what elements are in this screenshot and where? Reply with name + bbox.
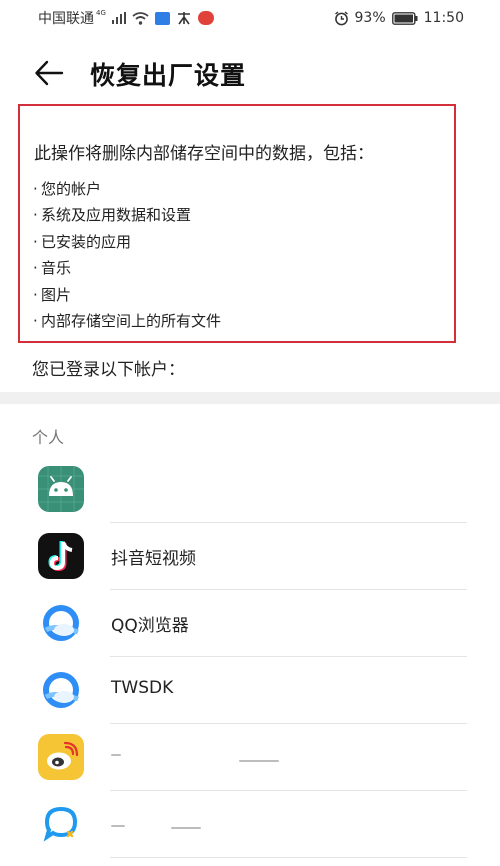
qq-browser-icon	[38, 600, 84, 646]
android-icon	[38, 466, 84, 512]
list-item-text: 内部存储空间上的所有文件	[41, 311, 222, 330]
account-item-twsdk[interactable]: TWSDK	[0, 657, 500, 724]
alarm-icon	[334, 10, 349, 26]
status-bar: 中国联通 4G 93% 11:50	[0, 0, 500, 36]
section-header-personal: 个人	[32, 428, 65, 447]
list-item: · 图片	[33, 285, 72, 304]
page-title: 恢复出厂设置	[90, 61, 247, 90]
status-right: 93% 11:50	[334, 10, 464, 26]
warning-intro: 此操作将删除内部储存空间中的数据，包括：	[34, 144, 374, 164]
account-item-android[interactable]	[0, 456, 500, 523]
redacted-account-label	[111, 750, 279, 766]
notification-app-icon	[154, 11, 170, 25]
battery-percent: 93%	[354, 10, 386, 26]
list-item-text: 音乐	[41, 259, 72, 278]
list-item: · 您的帐户	[33, 180, 102, 198]
signal-icon	[111, 12, 126, 24]
redacted-account-label	[111, 817, 271, 833]
account-label: QQ浏览器	[111, 616, 189, 636]
battery-icon	[391, 11, 418, 25]
accounts-label: 您已登录以下帐户：	[32, 360, 185, 380]
section-divider	[0, 392, 500, 404]
list-item: · 系统及应用数据和设置	[33, 206, 192, 225]
douyin-icon	[38, 533, 84, 579]
wipe-warning-box: 此操作将删除内部储存空间中的数据，包括： · 您的帐户 · 系统及应用数据和设置 ·…	[18, 104, 456, 343]
list-item-text: 您的帐户	[41, 180, 102, 198]
app-bar: 恢复出厂设置	[0, 44, 500, 102]
list-item-text: 系统及应用数据和设置	[41, 206, 192, 225]
clock: 11:50	[423, 10, 464, 26]
account-label: TWSDK	[111, 678, 174, 698]
account-item-chat[interactable]	[0, 791, 500, 858]
list-item-text: 图片	[41, 285, 72, 304]
twsdk-icon	[38, 667, 84, 713]
notification-app-icon-red	[197, 11, 214, 25]
network-type: 4G	[96, 9, 106, 17]
list-item: · 已安装的应用	[33, 232, 132, 251]
list-item: · 内部存储空间上的所有文件	[33, 311, 222, 330]
divider	[110, 857, 467, 858]
back-button[interactable]	[32, 58, 66, 88]
account-label: 抖音短视频	[111, 549, 196, 569]
notification-text-icon	[176, 11, 192, 25]
account-item-qq-browser[interactable]: QQ浏览器	[0, 590, 500, 657]
list-item: · 音乐	[33, 259, 72, 278]
list-item-text: 已安装的应用	[41, 232, 132, 251]
status-left: 中国联通 4G	[38, 8, 214, 28]
wipe-items-list: · 您的帐户 · 系统及应用数据和设置 · 已安装的应用 · 音乐 · 图片 · 内部存储空…	[33, 176, 221, 334]
arrow-left-icon	[35, 60, 64, 86]
account-item-douyin[interactable]: 抖音短视频	[0, 523, 500, 590]
weibo-icon	[38, 734, 84, 780]
chat-icon	[38, 801, 84, 847]
account-item-weibo[interactable]	[0, 724, 500, 791]
wifi-icon	[132, 11, 149, 25]
carrier-name: 中国联通	[38, 11, 94, 27]
